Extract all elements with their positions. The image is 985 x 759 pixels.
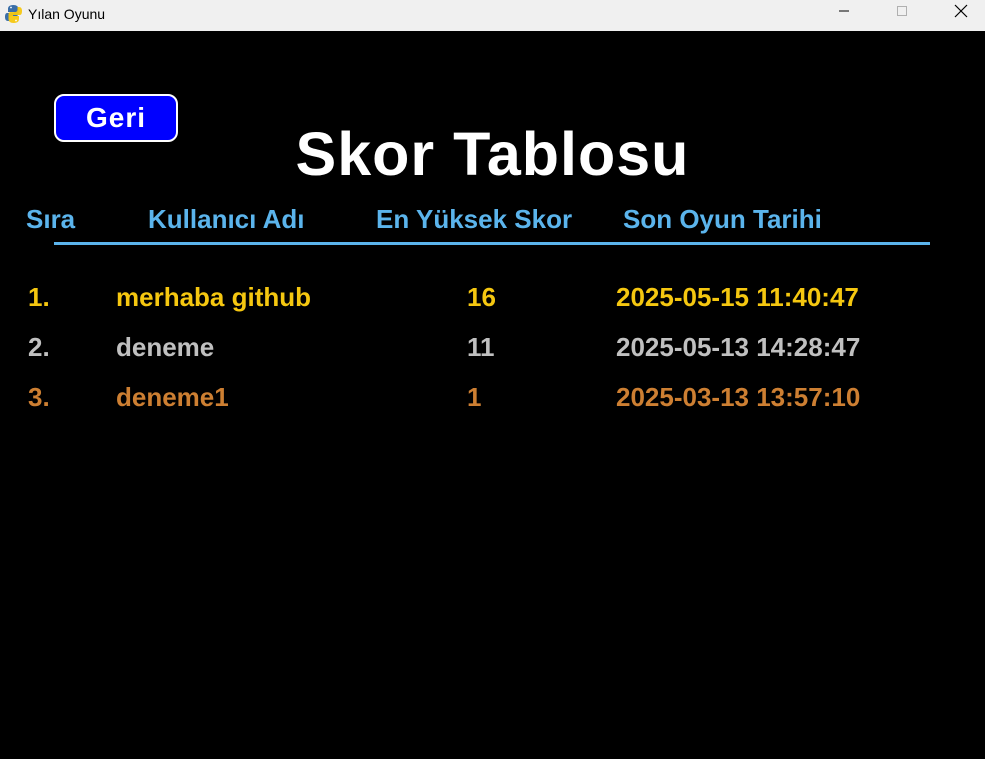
row-2-score: 11 bbox=[467, 332, 495, 362]
close-button[interactable] bbox=[938, 0, 984, 26]
row-2-rank: 2. bbox=[28, 332, 50, 362]
minimize-button[interactable] bbox=[821, 0, 867, 26]
row-1-rank: 1. bbox=[28, 282, 50, 312]
row-2-username: deneme bbox=[116, 332, 215, 362]
minimize-icon bbox=[838, 4, 850, 22]
row-3-rank: 3. bbox=[28, 382, 50, 412]
window-title: Yılan Oyunu bbox=[28, 6, 106, 22]
column-header-rank: Sıra bbox=[26, 204, 76, 234]
row-1-score: 16 bbox=[467, 282, 496, 312]
header-divider bbox=[54, 242, 930, 245]
column-header-last-game-date: Son Oyun Tarihi bbox=[623, 204, 822, 234]
row-3-score: 1 bbox=[467, 382, 482, 412]
maximize-icon bbox=[896, 4, 908, 22]
column-header-username: Kullanıcı Adı bbox=[148, 204, 305, 234]
maximize-button[interactable] bbox=[879, 0, 925, 26]
close-icon bbox=[954, 4, 968, 23]
row-1-username: merhaba github bbox=[116, 282, 312, 312]
row-2-date: 2025-05-13 14:28:47 bbox=[616, 332, 861, 362]
row-1-date: 2025-05-15 11:40:47 bbox=[616, 282, 859, 312]
row-3-username: deneme1 bbox=[116, 382, 229, 412]
game-window: Yılan Oyunu Geri Skor Tablosu Sıra Kulla… bbox=[0, 0, 985, 759]
page-title: Skor Tablosu bbox=[295, 120, 690, 188]
row-3-date: 2025-03-13 13:57:10 bbox=[616, 382, 861, 412]
column-header-high-score: En Yüksek Skor bbox=[376, 204, 573, 234]
title-bar: Yılan Oyunu bbox=[0, 0, 985, 31]
python-icon bbox=[5, 4, 22, 24]
